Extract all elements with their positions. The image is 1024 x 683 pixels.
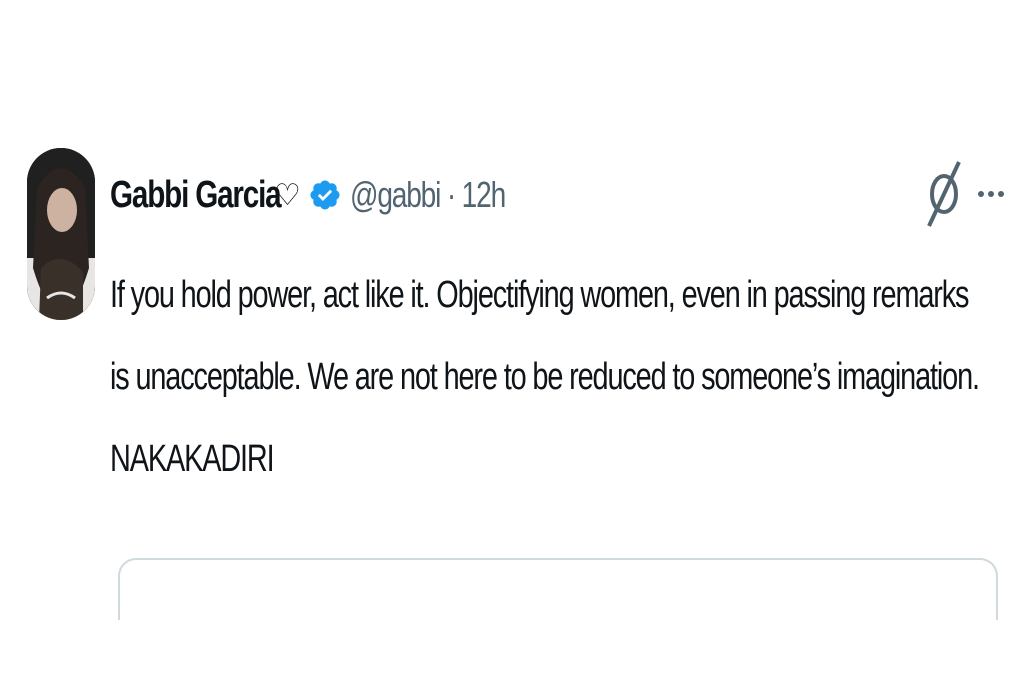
tweet-text: If you hold power, act like it. Objectif… [110, 254, 980, 500]
tweet[interactable]: Gabbi Garcia ♡ @gabbi · 12h If you hold … [0, 0, 1024, 683]
avatar[interactable] [27, 148, 95, 320]
handle-and-time[interactable]: @gabbi · 12h [350, 174, 507, 216]
more-options-icon[interactable] [977, 182, 1005, 206]
separator: · [446, 174, 456, 215]
display-name[interactable]: Gabbi Garcia [110, 174, 282, 217]
tweet-header: Gabbi Garcia ♡ @gabbi · 12h [110, 165, 510, 225]
tweet-text-line: NAKAKADIRI [110, 438, 275, 480]
timestamp[interactable]: 12h [462, 174, 507, 215]
handle[interactable]: @gabbi [350, 174, 441, 215]
tweet-text-line: is unacceptable. We are not here to be r… [110, 356, 980, 398]
verified-badge-icon [308, 178, 342, 212]
tweet-text-line: If you hold power, act like it. Objectif… [110, 274, 970, 316]
media-card[interactable] [118, 558, 998, 620]
grok-icon[interactable] [925, 158, 963, 230]
